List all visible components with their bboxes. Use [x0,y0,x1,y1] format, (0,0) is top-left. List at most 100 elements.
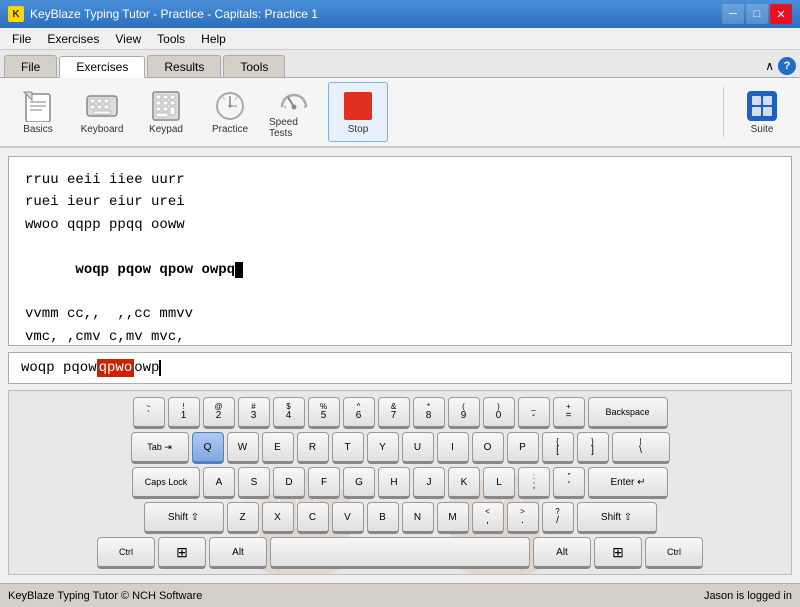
key-1[interactable]: !1 [168,397,200,429]
speed-tests-label: Speed Tests [269,117,319,139]
key-space[interactable] [270,537,530,569]
menu-view[interactable]: View [107,30,149,48]
key-shift-right[interactable]: Shift ⇧ [577,502,657,534]
window-title: KeyBlaze Typing Tutor - Practice - Capit… [30,7,722,21]
key-win-right[interactable]: ⊞ [594,537,642,569]
key-backspace[interactable]: Backspace [588,397,668,429]
text-line-0: rruu eeii iiee uurr [25,169,775,191]
key-period[interactable]: >. [507,502,539,534]
key-ctrl-right[interactable]: Ctrl [645,537,703,569]
key-ctrl-left[interactable]: Ctrl [97,537,155,569]
key-win-left[interactable]: ⊞ [158,537,206,569]
key-7[interactable]: &7 [378,397,410,429]
keypad-icon [150,90,182,122]
key-y[interactable]: Y [367,432,399,464]
key-6[interactable]: ^6 [343,397,375,429]
key-0[interactable]: )0 [483,397,515,429]
tab-results[interactable]: Results [147,55,221,77]
key-backtick[interactable]: ~` [133,397,165,429]
key-capslock[interactable]: Caps Lock [132,467,200,499]
close-button[interactable]: ✕ [770,4,792,24]
key-n[interactable]: N [402,502,434,534]
text-line-4: vvmm cc,, ,,cc mmvv [25,303,775,325]
keyboard-button[interactable]: Keyboard [72,82,132,142]
key-alt-left[interactable]: Alt [209,537,267,569]
collapse-icon[interactable]: ∧ [765,59,774,73]
key-8[interactable]: *8 [413,397,445,429]
key-row-qwerty: Tab ⇥ Q W E R T Y U I O P {[ }] |\ [131,432,670,464]
keypad-button[interactable]: Keypad [136,82,196,142]
key-t[interactable]: T [332,432,364,464]
key-9[interactable]: (9 [448,397,480,429]
key-l[interactable]: L [483,467,515,499]
key-alt-right[interactable]: Alt [533,537,591,569]
key-e[interactable]: E [262,432,294,464]
status-left: KeyBlaze Typing Tutor © NCH Software [8,590,202,602]
input-area[interactable]: woqp pqow qpwo owp [8,352,792,384]
key-shift-left[interactable]: Shift ⇧ [144,502,224,534]
key-r[interactable]: R [297,432,329,464]
speed-tests-button[interactable]: Speed Tests [264,82,324,142]
key-q[interactable]: Q [192,432,224,464]
key-lbracket[interactable]: {[ [542,432,574,464]
text-line-3-text: woqp pqow qpow owpq [75,262,235,278]
minimize-button[interactable]: ─ [722,4,744,24]
menu-file[interactable]: File [4,30,39,48]
basics-button[interactable]: Basics [8,82,68,142]
key-f[interactable]: F [308,467,340,499]
key-slash[interactable]: ?/ [542,502,574,534]
keyboard-label: Keyboard [81,124,124,135]
key-comma[interactable]: <, [472,502,504,534]
menu-tools[interactable]: Tools [149,30,193,48]
menu-help[interactable]: Help [193,30,234,48]
basics-icon [22,90,54,122]
text-line-1: ruei ieur eiur urei [25,191,775,213]
key-semicolon[interactable]: :; [518,467,550,499]
key-b[interactable]: B [367,502,399,534]
key-o[interactable]: O [472,432,504,464]
key-v[interactable]: V [332,502,364,534]
key-4[interactable]: $4 [273,397,305,429]
toolbar-separator [723,87,724,137]
key-m[interactable]: M [437,502,469,534]
key-i[interactable]: I [437,432,469,464]
key-w[interactable]: W [227,432,259,464]
key-x[interactable]: X [262,502,294,534]
key-enter[interactable]: Enter ↵ [588,467,668,499]
suite-button[interactable]: Suite [732,82,792,142]
key-k[interactable]: K [448,467,480,499]
key-h[interactable]: H [378,467,410,499]
key-minus[interactable]: _- [518,397,550,429]
tab-file[interactable]: File [4,55,57,77]
menu-exercises[interactable]: Exercises [39,30,107,48]
key-u[interactable]: U [402,432,434,464]
stop-button[interactable]: Stop [328,82,388,142]
key-quote[interactable]: "' [553,467,585,499]
key-backslash[interactable]: |\ [612,432,670,464]
key-j[interactable]: J [413,467,445,499]
key-c[interactable]: C [297,502,329,534]
help-button[interactable]: ? [778,57,796,75]
title-bar: K KeyBlaze Typing Tutor - Practice - Cap… [0,0,800,28]
key-equals[interactable]: += [553,397,585,429]
key-tab[interactable]: Tab ⇥ [131,432,189,464]
key-p[interactable]: P [507,432,539,464]
stop-icon [342,90,374,122]
maximize-button[interactable]: □ [746,4,768,24]
key-g[interactable]: G [343,467,375,499]
text-display: rruu eeii iiee uurr ruei ieur eiur urei … [8,156,792,346]
key-a[interactable]: A [203,467,235,499]
key-z[interactable]: Z [227,502,259,534]
practice-button[interactable]: Practice [200,82,260,142]
keypad-label: Keypad [149,124,183,135]
tab-exercises[interactable]: Exercises [59,56,145,78]
key-d[interactable]: D [273,467,305,499]
app-icon: K [8,6,24,22]
key-s[interactable]: S [238,467,270,499]
key-5[interactable]: %5 [308,397,340,429]
keyboard-area: ~` !1 @2 #3 $4 %5 ^6 &7 *8 (9 )0 _- += B… [8,390,792,575]
key-rbracket[interactable]: }] [577,432,609,464]
key-3[interactable]: #3 [238,397,270,429]
tab-tools[interactable]: Tools [223,55,285,77]
key-2[interactable]: @2 [203,397,235,429]
